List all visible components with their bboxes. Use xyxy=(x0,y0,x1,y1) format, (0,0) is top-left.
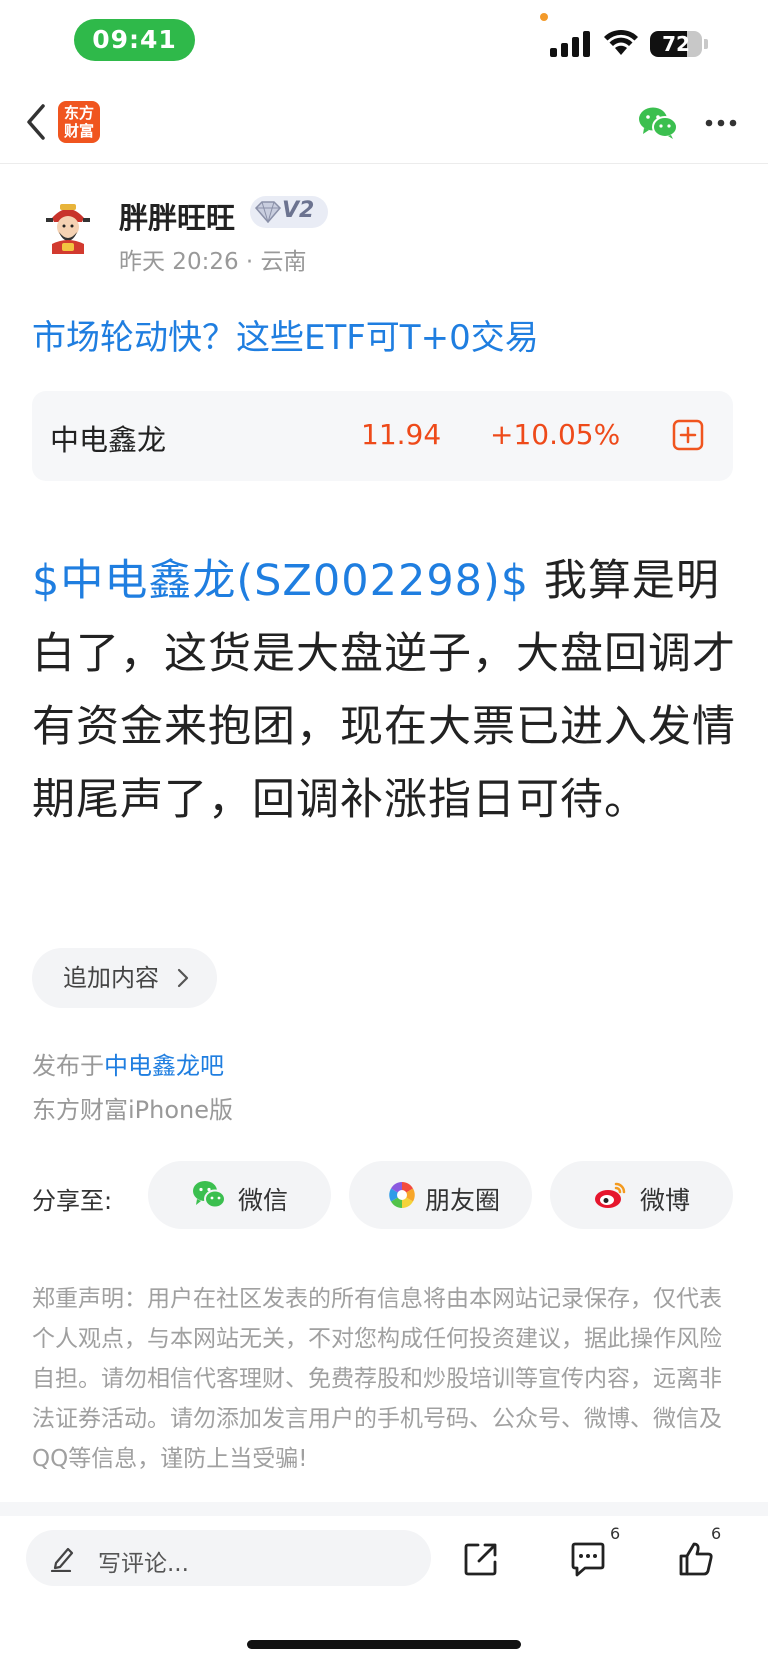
home-indicator xyxy=(247,1640,521,1649)
share-weibo-label: 微博 xyxy=(640,1186,691,1215)
bottom-action-bar: 写评论... 6 6 xyxy=(0,1516,768,1662)
share-label: 分享至: xyxy=(32,1187,113,1215)
share-moments-button[interactable]: 朋友圈 xyxy=(349,1161,532,1229)
weibo-icon xyxy=(595,1182,626,1208)
stock-mention-link[interactable]: $中电鑫龙(SZ002298)$ xyxy=(32,556,529,606)
comment-icon[interactable] xyxy=(569,1540,607,1578)
like-count: 6 xyxy=(711,1524,722,1543)
client-source: 东方财富iPhone版 xyxy=(32,1096,234,1124)
nav-bar: 东方 财富 xyxy=(0,80,768,164)
share-out-icon[interactable] xyxy=(462,1540,500,1578)
disclaimer-text: 郑重声明：用户在社区发表的所有信息将由本网站记录保存，仅代表个人观点，与本网站无… xyxy=(32,1286,722,1472)
moments-icon xyxy=(389,1182,415,1208)
comment-placeholder: 写评论... xyxy=(98,1551,189,1577)
status-bar: 09:41 72 xyxy=(0,0,768,80)
chevron-right-icon xyxy=(177,968,189,988)
privacy-indicator-dot xyxy=(540,13,548,21)
stock-name: 中电鑫龙 xyxy=(50,423,167,457)
battery-tip xyxy=(704,39,708,49)
more-options-icon[interactable] xyxy=(704,118,738,128)
post-time-location: 昨天 20:26 · 云南 xyxy=(119,249,307,275)
like-icon[interactable] xyxy=(677,1540,715,1578)
share-moments-label: 朋友圈 xyxy=(425,1186,501,1215)
wechat-share-icon[interactable] xyxy=(638,106,678,140)
post-body: $中电鑫龙(SZ002298)$ 我算是明白了，这货是大盘逆子，大盘回调才有资金… xyxy=(32,545,737,837)
add-to-watchlist-icon[interactable] xyxy=(672,419,704,451)
share-weibo-button[interactable]: 微博 xyxy=(550,1161,733,1229)
comment-input[interactable]: 写评论... xyxy=(26,1530,431,1586)
user-level-badge: V2 xyxy=(250,196,328,228)
forum-link[interactable]: 中电鑫龙吧 xyxy=(104,1052,224,1080)
battery-level-text: 72 xyxy=(662,32,690,56)
logo-text-line2: 财富 xyxy=(63,122,94,140)
post-detail-page: 09:41 72 东方 财富 胖胖旺旺 V2 昨天 20:26 · 云南 市场轮… xyxy=(0,0,768,1662)
pen-icon xyxy=(50,1547,74,1572)
share-wechat-button[interactable]: 微信 xyxy=(148,1161,331,1229)
status-time: 09:41 xyxy=(74,19,195,61)
eastmoney-logo[interactable]: 东方 财富 xyxy=(58,101,100,143)
published-prefix: 发布于 xyxy=(32,1052,104,1080)
append-content-button[interactable]: 追加内容 xyxy=(32,948,217,1008)
stock-price: 11.94 xyxy=(361,418,442,451)
stock-quote-card[interactable]: 中电鑫龙 11.94 +10.05% xyxy=(32,391,733,481)
author-name[interactable]: 胖胖旺旺 xyxy=(119,195,235,237)
battery-indicator: 72 xyxy=(650,31,702,57)
published-in: 发布于中电鑫龙吧 xyxy=(32,1046,224,1081)
diamond-icon xyxy=(254,201,282,223)
stock-change-percent: +10.05% xyxy=(490,418,621,451)
section-divider xyxy=(0,1502,768,1516)
wechat-icon xyxy=(193,1181,226,1209)
append-content-label: 追加内容 xyxy=(63,964,159,992)
logo-text-line1: 东方 xyxy=(63,104,94,122)
wifi-icon xyxy=(604,29,638,55)
level-text: V2 xyxy=(282,198,315,223)
comment-count: 6 xyxy=(610,1524,621,1543)
share-wechat-label: 微信 xyxy=(238,1186,289,1215)
author-avatar[interactable] xyxy=(38,196,98,256)
post-title-link[interactable]: 市场轮动快？这些ETF可T+0交易 xyxy=(32,310,539,359)
back-arrow-icon[interactable] xyxy=(24,102,48,142)
cellular-signal-icon xyxy=(550,31,590,57)
